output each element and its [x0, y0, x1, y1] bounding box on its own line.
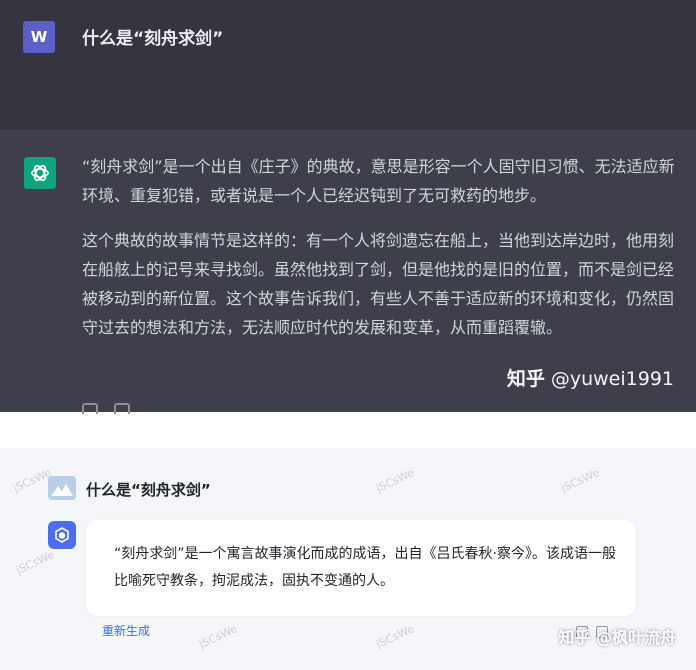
answer-bubble: “刻舟求剑”是一个寓言故事演化而成的成语，出自《吕氏春秋·察今》。该成语一般比喻… — [86, 520, 636, 616]
answer-paragraph: “刻舟求剑”是一个出自《庄子》的典故，意思是形容一个人固守旧习惯、无法适应新环境… — [82, 157, 675, 205]
zhihu-watermark: 知乎 @yuwei1991 — [507, 364, 674, 391]
regenerate-button[interactable]: 重新生成 — [102, 622, 150, 639]
watermark-site: 知乎 — [506, 368, 545, 390]
ernie-bot-icon — [48, 521, 76, 549]
ernie-panel: jSCsWe jSCsWe jSCsWe jSCsWe jSCsWe jSCsW… — [0, 448, 696, 670]
zhihu-watermark: 知乎 @枫叶流舟 — [558, 628, 676, 647]
background-watermark: jSCsWe — [197, 622, 240, 651]
thumbs-down-icon[interactable] — [114, 403, 130, 414]
assistant-answer: “刻舟求剑”是一个寓言故事演化而成的成语，出自《吕氏春秋·察今》。该成语一般比喻… — [114, 546, 616, 589]
background-watermark: jSCsWe — [374, 622, 417, 651]
assistant-answer: “刻舟求剑”是一个出自《庄子》的典故，意思是形容一个人固守旧习惯、无法适应新环境… — [82, 152, 682, 358]
chatgpt-panel: W 什么是“刻舟求剑” “刻舟求剑”是一个出自《庄子》的典故，意思是形容一个人固… — [0, 0, 696, 414]
chatgpt-logo-icon — [24, 157, 56, 189]
watermark-user: @yuwei1991 — [550, 368, 674, 390]
background-watermark: jSCsWe — [11, 466, 54, 495]
background-watermark: jSCsWe — [14, 548, 57, 577]
background-watermark: jSCsWe — [374, 466, 417, 495]
user-question: 什么是“刻舟求剑” — [86, 481, 211, 499]
user-message-row: W 什么是“刻舟求剑” — [0, 0, 696, 130]
answer-paragraph: 这个典故的故事情节是这样的：有一个人将剑遗忘在船上，当他到达岸边时，他用刻在船舷… — [82, 231, 675, 337]
user-avatar — [48, 476, 76, 500]
background-watermark: jSCsWe — [559, 466, 602, 495]
user-question: 什么是“刻舟求剑” — [82, 29, 224, 49]
message-actions — [82, 403, 130, 414]
thumbs-up-icon[interactable] — [82, 403, 98, 414]
user-avatar: W — [23, 21, 55, 53]
